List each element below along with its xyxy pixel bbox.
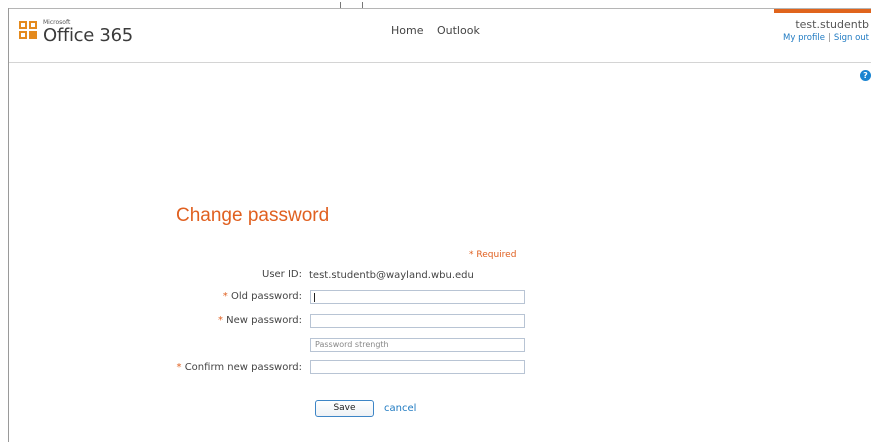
nav-outlook[interactable]: Outlook (437, 24, 480, 37)
logo-brand-text: Office 365 (43, 25, 133, 46)
text-cursor (314, 293, 315, 302)
required-asterisk: * (176, 362, 182, 373)
new-password-label-text: New password: (226, 315, 302, 326)
my-profile-link[interactable]: My profile (783, 33, 825, 43)
nav-home[interactable]: Home (391, 24, 423, 37)
top-nav: Home Outlook (391, 24, 490, 37)
required-note: * Required (469, 250, 517, 260)
old-password-label-text: Old password: (230, 291, 302, 302)
confirm-password-field[interactable] (310, 360, 525, 374)
user-id-label: User ID: (262, 269, 302, 280)
link-separator: | (827, 33, 831, 43)
window-left-border (8, 8, 9, 442)
confirm-password-label-text: Confirm new password: (184, 362, 302, 373)
new-password-label: * New password: (72, 315, 302, 326)
required-asterisk: * (222, 291, 228, 302)
password-strength-text: Password strength (315, 340, 389, 349)
confirm-password-label: * Confirm new password: (72, 362, 302, 373)
new-password-field[interactable] (310, 314, 525, 328)
user-id-value: test.studentb@wayland.wbu.edu (309, 270, 474, 281)
old-password-field[interactable] (310, 290, 525, 304)
password-strength-indicator: Password strength (310, 338, 525, 352)
required-asterisk: * (217, 315, 223, 326)
save-button[interactable]: Save (315, 400, 374, 417)
old-password-label: * Old password: (72, 291, 302, 302)
accent-bar (774, 9, 871, 13)
office-logo-icon (19, 21, 41, 43)
top-edge-marks (340, 0, 370, 8)
user-name: test.studentb (795, 18, 869, 31)
user-box: test.studentb My profile | Sign out (783, 18, 869, 43)
help-icon[interactable]: ? (860, 70, 871, 81)
top-header: Microsoft Office 365 Home Outlook test.s… (9, 9, 871, 63)
sign-out-link[interactable]: Sign out (834, 33, 869, 43)
cancel-link[interactable]: cancel (384, 403, 416, 414)
user-links: My profile | Sign out (783, 33, 869, 43)
page-title: Change password (176, 205, 330, 226)
